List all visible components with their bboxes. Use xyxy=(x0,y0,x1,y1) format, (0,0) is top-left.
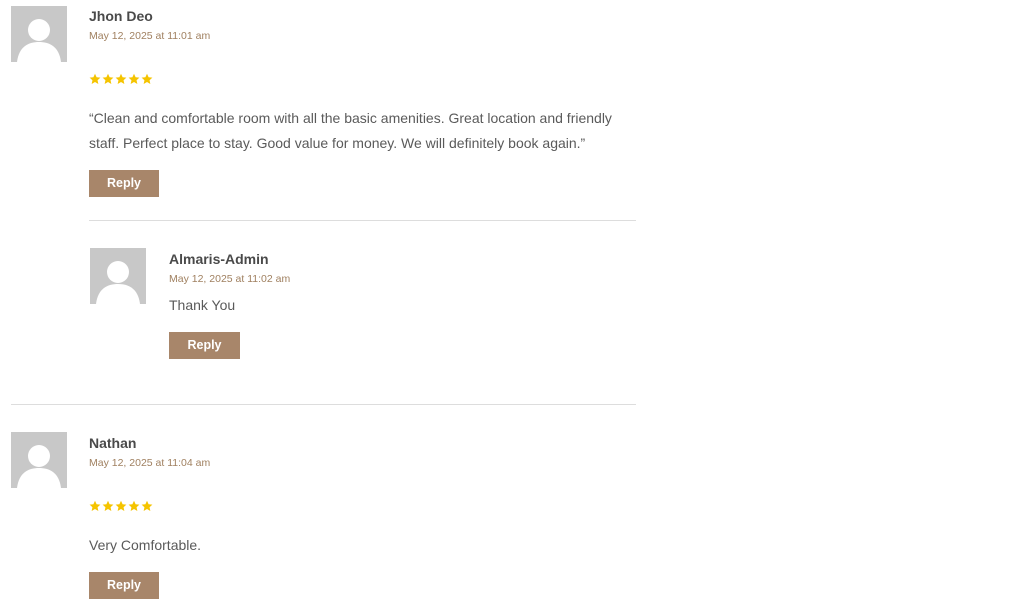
avatar xyxy=(11,432,67,488)
star-icon xyxy=(89,500,101,511)
comment-author: Almaris-Admin xyxy=(169,251,269,267)
star-icon xyxy=(141,73,153,84)
star-icon xyxy=(102,500,114,511)
star-rating xyxy=(89,73,153,85)
default-user-avatar-icon xyxy=(11,6,67,62)
comment-date: May 12, 2025 at 11:02 am xyxy=(169,273,291,285)
comment-date: May 12, 2025 at 11:01 am xyxy=(89,30,211,42)
reply-button[interactable]: Reply xyxy=(89,572,159,599)
comment-author: Jhon Deo xyxy=(89,8,153,24)
comment-text: “Clean and comfortable room with all the… xyxy=(89,110,612,151)
comment-text: Thank You xyxy=(169,297,236,313)
avatar xyxy=(90,248,146,304)
star-icon xyxy=(141,500,153,511)
divider xyxy=(11,404,636,405)
comment-date: May 12, 2025 at 11:04 am xyxy=(89,457,211,469)
star-icon xyxy=(128,500,140,511)
star-icon xyxy=(115,73,127,84)
default-user-avatar-icon xyxy=(11,432,67,488)
avatar xyxy=(11,6,67,62)
reply-button[interactable]: Reply xyxy=(169,332,240,359)
default-user-avatar-icon xyxy=(90,248,146,304)
reply-button[interactable]: Reply xyxy=(89,170,159,197)
star-icon xyxy=(89,73,101,84)
star-icon xyxy=(115,500,127,511)
star-rating xyxy=(89,500,153,512)
divider xyxy=(89,220,636,221)
star-icon xyxy=(102,73,114,84)
star-icon xyxy=(128,73,140,84)
comment-author: Nathan xyxy=(89,435,137,451)
comment-text: Very Comfortable. xyxy=(89,537,202,553)
